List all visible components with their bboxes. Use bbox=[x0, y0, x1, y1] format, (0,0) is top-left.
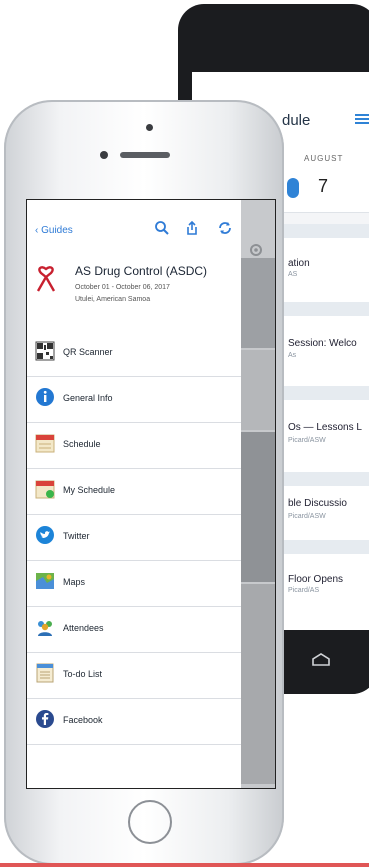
photo-segment bbox=[241, 432, 275, 582]
menu-item-todo-list[interactable]: To-do List bbox=[27, 653, 241, 699]
android-session-sub: Picard/ASW bbox=[288, 437, 326, 444]
android-day-number[interactable]: 7 bbox=[318, 176, 328, 197]
info-icon bbox=[35, 387, 55, 409]
event-dates: October 01 - October 06, 2017 bbox=[75, 284, 170, 291]
menu-item-label: Twitter bbox=[63, 531, 90, 541]
earpiece-speaker bbox=[120, 152, 170, 158]
iphone-screen: ‹ Guides AS Drug Control (ASDC) October … bbox=[26, 199, 276, 789]
camera-icon bbox=[146, 124, 153, 131]
android-session-sub: AS bbox=[288, 271, 298, 278]
home-icon[interactable] bbox=[311, 653, 331, 667]
android-session-sub: Picard/AS bbox=[288, 587, 320, 594]
back-label: Guides bbox=[41, 225, 73, 236]
map-icon bbox=[35, 571, 55, 593]
calendar-icon bbox=[35, 433, 55, 455]
menu-item-label: General Info bbox=[63, 393, 113, 403]
todo-list-icon bbox=[35, 663, 55, 685]
menu-item-twitter[interactable]: Twitter bbox=[27, 515, 241, 561]
qr-code-icon bbox=[35, 341, 55, 363]
my-calendar-icon bbox=[35, 479, 55, 501]
android-session-sub: As bbox=[288, 352, 297, 359]
photo-segment bbox=[241, 350, 275, 430]
menu-item-label: Schedule bbox=[63, 439, 101, 449]
event-header: AS Drug Control (ASDC) October 01 - Octo… bbox=[27, 255, 241, 332]
facebook-icon bbox=[35, 709, 55, 731]
menu-item-attendees[interactable]: Attendees bbox=[27, 607, 241, 653]
menu-item-my-schedule[interactable]: My Schedule bbox=[27, 469, 241, 515]
home-button[interactable] bbox=[128, 800, 172, 844]
android-selected-day-indicator bbox=[287, 178, 299, 198]
refresh-icon[interactable] bbox=[217, 220, 233, 236]
menu-item-qr-scanner[interactable]: QR Scanner bbox=[27, 331, 241, 377]
menu-item-facebook[interactable]: Facebook bbox=[27, 699, 241, 745]
android-session-title: Floor Opens bbox=[288, 574, 344, 585]
attendees-icon bbox=[35, 617, 55, 639]
menu-item-label: Maps bbox=[63, 577, 86, 587]
bottom-accent-line bbox=[0, 863, 369, 867]
event-title: AS Drug Control (ASDC) bbox=[75, 264, 208, 278]
android-session-title: Session: Welco bbox=[288, 338, 357, 349]
menu-item-label: My Schedule bbox=[63, 485, 116, 495]
menu-item-label: Facebook bbox=[63, 715, 103, 725]
menu-item-label: Attendees bbox=[63, 623, 104, 633]
share-icon[interactable] bbox=[184, 220, 200, 236]
android-session-title: ation bbox=[288, 258, 310, 269]
menu-item-label: QR Scanner bbox=[63, 347, 113, 357]
event-location: Utulei, American Samoa bbox=[75, 296, 151, 303]
menu-item-schedule[interactable]: Schedule bbox=[27, 423, 241, 469]
menu-item-general-info[interactable]: General Info bbox=[27, 377, 241, 423]
android-session-title: Os — Lessons L bbox=[288, 422, 362, 433]
settings-icon bbox=[248, 242, 264, 258]
photo-segment bbox=[241, 584, 275, 784]
guide-menu: QR Scanner General Info Schedule My Sche… bbox=[27, 331, 241, 745]
android-session-sub: Picard/ASW bbox=[288, 513, 326, 520]
event-logo-icon bbox=[35, 265, 57, 295]
android-session-title: ble Discussio bbox=[288, 498, 347, 509]
menu-item-maps[interactable]: Maps bbox=[27, 561, 241, 607]
twitter-icon bbox=[35, 525, 55, 547]
navigation-bar: ‹ Guides bbox=[27, 200, 241, 255]
menu-item-label: To-do List bbox=[63, 669, 103, 679]
android-header-title: dule bbox=[282, 112, 311, 129]
android-month-label: AUGUST bbox=[304, 154, 344, 163]
sensor-dot bbox=[100, 151, 108, 159]
back-button[interactable]: ‹ Guides bbox=[35, 225, 73, 236]
menu-icon[interactable] bbox=[355, 112, 369, 129]
search-icon[interactable] bbox=[154, 220, 170, 236]
photo-segment bbox=[241, 258, 275, 348]
